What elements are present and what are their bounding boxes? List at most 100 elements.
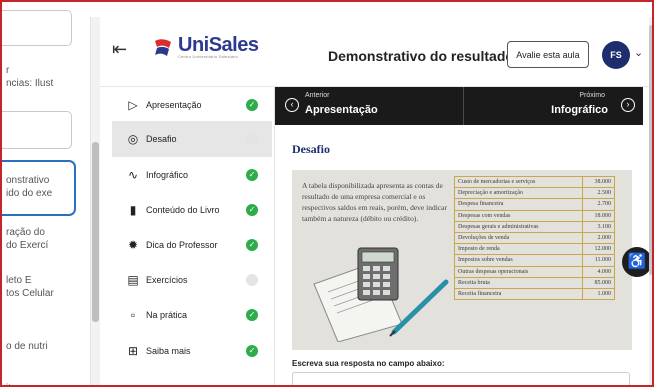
challenge-description: A tabela disponibilizada apresenta as co… <box>302 181 447 223</box>
account-value: 18.000 <box>582 209 615 222</box>
check-icon: ✓ <box>246 309 258 321</box>
clipboard-icon: ▫ <box>130 308 136 322</box>
table-row: Devoluções de venda 2.000 <box>454 231 615 245</box>
challenge-illustration: A tabela disponibilizada apresenta as co… <box>292 170 632 350</box>
check-icon: ✓ <box>246 345 258 357</box>
logo-text: UniSales <box>178 34 259 56</box>
chevron-down-icon[interactable]: ⌄ <box>634 46 643 59</box>
previous-button[interactable]: ‹ Anterior Apresentação <box>275 87 463 125</box>
list-card-empty[interactable] <box>2 111 72 149</box>
account-name: Receita bruta <box>454 276 583 289</box>
account-value: 2.500 <box>582 187 615 200</box>
account-name: Outras despesas operacionais <box>454 265 583 278</box>
table-row: Despesas gerais e administrativas 3.100 <box>454 220 615 233</box>
account-value: 2.700 <box>582 198 615 211</box>
table-row: Receita financeira 1.000 <box>454 287 615 301</box>
table-row: Receita bruta 85.000 <box>454 276 615 289</box>
account-name: Despesas com vendas <box>454 209 583 222</box>
list-item[interactable]: r ncias: Ilust <box>6 64 53 90</box>
sidebar-item-apresentacao[interactable]: ▷ Apresentação ✓ <box>112 87 272 123</box>
play-square-icon: ▷ <box>128 98 138 112</box>
sidebar-item-label: Desafio <box>146 134 177 144</box>
chevron-left-icon: ‹ <box>285 98 299 112</box>
sidebar-item-label: Apresentação <box>146 100 202 110</box>
table-row: Depreciação e amortização 2.500 <box>454 187 615 200</box>
account-name: Despesa financeira <box>454 198 583 211</box>
pending-icon <box>246 274 258 286</box>
account-name: Despesas gerais e administrativas <box>454 220 583 233</box>
calculator-papers-image <box>313 247 449 342</box>
list-card-top[interactable] <box>2 10 72 46</box>
sidebar-item-label: Conteúdo do Livro <box>146 205 220 215</box>
course-list-panel: r ncias: Ilust onstrativo ido do exe raç… <box>2 2 90 385</box>
table-row: Impostos sobre vendas 11.000 <box>454 254 615 267</box>
check-icon: ✓ <box>246 204 258 216</box>
sidebar-item-exercicios[interactable]: ▤ Exercícios <box>112 262 272 298</box>
list-scrollbar[interactable] <box>90 17 100 385</box>
sidebar-item-saiba-mais[interactable]: ⊞ Saiba mais ✓ <box>112 333 272 369</box>
previous-caption: Anterior <box>305 92 330 99</box>
divider <box>274 87 275 385</box>
sidebar-item-label: Dica do Professor <box>146 240 218 250</box>
account-value: 2.000 <box>582 231 615 245</box>
account-value: 3.100 <box>582 220 615 233</box>
bookmark-icon: ▮ <box>129 203 137 217</box>
check-icon: ✓ <box>246 239 258 251</box>
sidebar-item-label: Saiba mais <box>146 346 191 356</box>
sidebar-item-conteudo-do-livro[interactable]: ▮ Conteúdo do Livro ✓ <box>112 192 272 228</box>
target-icon: ◎ <box>127 132 139 146</box>
account-value: 12.000 <box>582 243 615 256</box>
list-item[interactable]: o de nutri <box>6 340 48 353</box>
rate-lesson-button[interactable]: Avalie esta aula <box>507 41 589 68</box>
document-icon: ▤ <box>127 273 139 287</box>
list-item[interactable]: ite <box>6 382 17 385</box>
table-row: Outras despesas operacionais 4.000 <box>454 265 615 278</box>
sidebar-item-dica-do-professor[interactable]: ✹ Dica do Professor ✓ <box>112 227 272 263</box>
lightbulb-icon: ✹ <box>127 238 139 252</box>
plus-square-icon: ⊞ <box>127 344 139 358</box>
account-name: Depreciação e amortização <box>454 187 583 200</box>
account-name: Custo de mercadorias e serviços <box>454 175 583 189</box>
app-window: r ncias: Ilust onstrativo ido do exe raç… <box>0 0 654 387</box>
accounts-table: Custo de mercadorias e serviços 38.000 Dep… <box>454 175 615 301</box>
table-row: Imposto de renda 12.000 <box>454 243 615 256</box>
previous-title: Apresentação <box>305 104 378 116</box>
sidebar-item-label: Exercícios <box>146 275 188 285</box>
table-row: Despesas com vendas 18.000 <box>454 209 615 222</box>
list-item[interactable]: ração do do Exercí <box>6 226 48 252</box>
avatar[interactable]: FS <box>602 41 630 69</box>
next-title: Infográfico <box>551 104 608 116</box>
check-icon: ✓ <box>246 169 258 181</box>
account-value: 1.000 <box>582 287 615 301</box>
chevron-right-icon: › <box>621 98 635 112</box>
sidebar-item-na-pratica[interactable]: ▫ Na prática ✓ <box>112 297 272 333</box>
account-name: Receita financeira <box>454 287 583 301</box>
account-name: Devoluções de venda <box>454 231 583 245</box>
account-name: Imposto de renda <box>454 243 583 256</box>
page-title: Demonstrativo do resultado... <box>328 48 526 64</box>
table-row: Custo de mercadorias e serviços 38.000 <box>454 175 615 189</box>
sidebar-item-label: Infográfico <box>146 170 189 180</box>
sidebar-item-desafio[interactable]: ◎ Desafio <box>112 121 272 157</box>
list-scrollbar-thumb[interactable] <box>92 142 99 322</box>
account-value: 38.000 <box>582 175 615 189</box>
next-caption: Próximo <box>579 92 605 99</box>
arrow-left-icon[interactable]: ⇤ <box>112 39 127 60</box>
sidebar-item-label: Na prática <box>146 310 188 320</box>
list-item[interactable]: onstrativo ido do exe <box>6 174 52 200</box>
accessibility-icon[interactable]: ♿ <box>622 247 652 277</box>
unisales-logo-mark <box>155 38 171 56</box>
sidebar-item-infografico[interactable]: ∿ Infográfico ✓ <box>112 157 272 193</box>
account-value: 11.000 <box>582 254 615 267</box>
account-name: Impostos sobre vendas <box>454 254 583 267</box>
page-scrollbar[interactable] <box>649 17 652 385</box>
answer-textarea[interactable] <box>292 372 630 385</box>
check-icon: ✓ <box>246 99 258 111</box>
next-button[interactable]: Próximo Infográfico › <box>464 87 643 125</box>
page-scrollbar-thumb[interactable] <box>649 25 652 275</box>
answer-label: Escreva sua resposta no campo abaixo: <box>292 359 445 368</box>
pending-icon <box>246 133 258 145</box>
list-item[interactable]: leto E tos Celular <box>6 274 54 300</box>
account-value: 85.000 <box>582 276 615 289</box>
chart-line-icon: ∿ <box>127 168 139 182</box>
